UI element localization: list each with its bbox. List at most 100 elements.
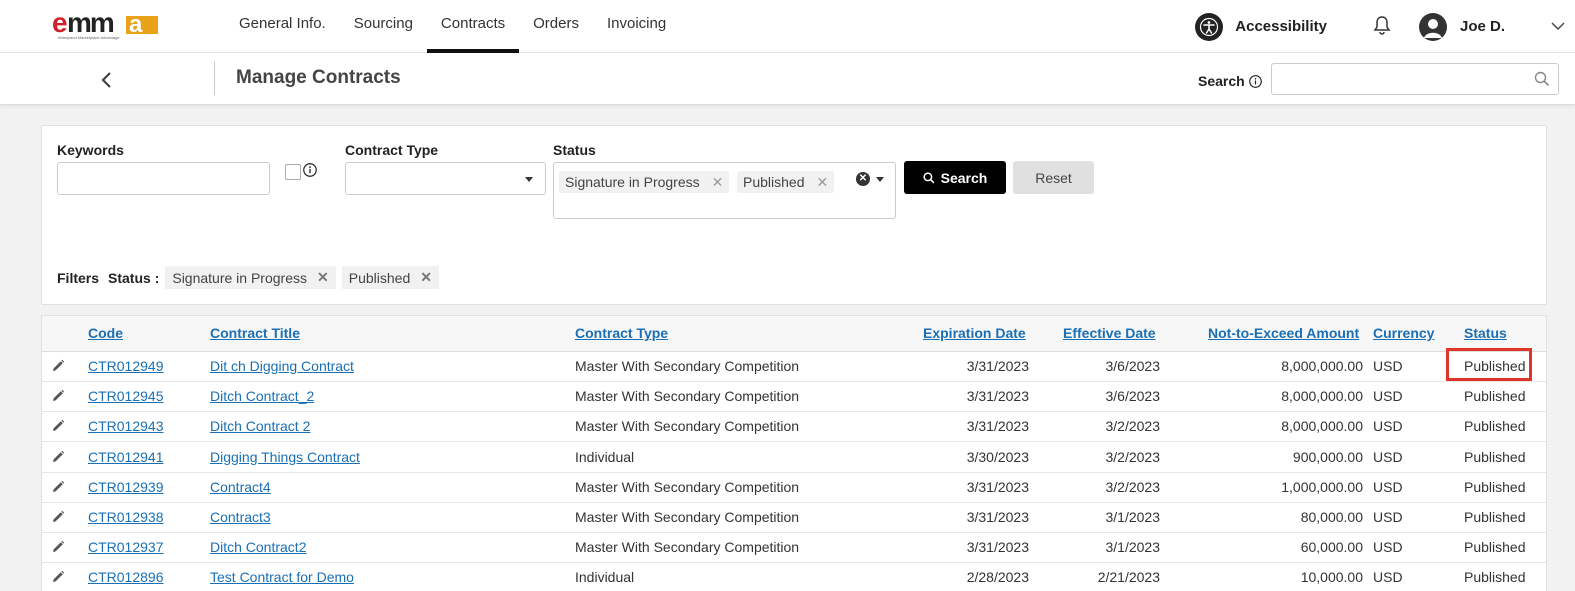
contract-type-cell: Individual <box>575 569 635 586</box>
contract-type-cell: Master With Secondary Competition <box>575 358 800 374</box>
pencil-icon[interactable] <box>51 419 65 436</box>
status-cell: Published <box>1464 509 1526 525</box>
contract-title-link[interactable]: Test Contract for Demo <box>210 569 354 585</box>
status-chip-published[interactable]: Published ✕ <box>737 171 835 193</box>
close-icon[interactable]: ✕ <box>712 174 724 191</box>
header-search-label: Search <box>1198 73 1262 89</box>
keywords-input[interactable] <box>57 162 270 195</box>
pencil-icon[interactable] <box>51 570 65 587</box>
pencil-icon[interactable] <box>51 510 65 527</box>
search-icon <box>923 171 935 183</box>
currency-cell: USD <box>1373 448 1403 465</box>
contract-type-select[interactable] <box>345 162 546 195</box>
pencil-icon[interactable] <box>51 450 65 467</box>
svg-text:a: a <box>129 11 143 38</box>
contract-code-link[interactable]: CTR012938 <box>88 509 164 525</box>
currency-cell: USD <box>1373 388 1403 405</box>
clear-all-icon[interactable]: ✕ <box>856 172 870 186</box>
status-label: Status <box>553 142 596 158</box>
contract-type-cell: Master With Secondary Competition <box>575 388 800 405</box>
effective-date-cell: 3/1/2023 <box>1105 509 1161 525</box>
applied-filters-label: Filters <box>57 269 100 286</box>
contract-title-link[interactable]: Dit ch Digging Contract <box>210 358 354 374</box>
contract-code-link[interactable]: CTR012943 <box>88 418 164 434</box>
filter-panel: Keywords Contract Type Status Signature … <box>41 125 1547 305</box>
contract-title-link[interactable]: Ditch Contract_2 <box>210 388 314 404</box>
expiration-date-cell: 3/31/2023 <box>966 358 1029 374</box>
contract-type-label: Contract Type <box>345 142 439 158</box>
table-row: CTR012938 Contract3 Master With Secondary … <box>42 503 1546 533</box>
emma-logo[interactable]: e mm a eMaryland Marketplace Advantage <box>52 7 164 40</box>
pencil-icon[interactable] <box>51 359 65 376</box>
caret-down-icon[interactable] <box>876 177 884 182</box>
contract-code-link[interactable]: CTR012945 <box>88 388 164 404</box>
info-icon <box>1248 74 1262 88</box>
nav-sourcing[interactable]: Sourcing <box>340 0 427 53</box>
status-multiselect[interactable]: Signature in Progress ✕ Published ✕ ✕ <box>553 162 896 219</box>
back-icon[interactable] <box>98 69 116 91</box>
pencil-icon[interactable] <box>51 540 65 557</box>
contract-title-link[interactable]: Ditch Contract2 <box>210 539 306 555</box>
caret-down-icon <box>525 177 533 182</box>
search-button[interactable]: Search <box>904 161 1006 194</box>
expiration-date-cell: 3/31/2023 <box>966 418 1029 435</box>
status-chip-signature[interactable]: Signature in Progress ✕ <box>559 171 730 193</box>
contract-code-link[interactable]: CTR012949 <box>88 358 164 374</box>
search-icon[interactable] <box>1534 71 1550 90</box>
nte-amount-cell: 8,000,000.00 <box>1281 388 1363 405</box>
bell-icon[interactable] <box>1373 15 1391 38</box>
nav-orders[interactable]: Orders <box>519 0 593 53</box>
contract-title-link[interactable]: Digging Things Contract <box>210 449 360 465</box>
applied-chip-label: Published <box>348 269 411 286</box>
status-cell: Published <box>1464 418 1526 435</box>
keywords-checkbox[interactable] <box>285 164 301 180</box>
contract-type-cell: Master With Secondary Competition <box>575 509 800 525</box>
table-row: CTR012949 Dit ch Digging Contract Master W… <box>42 352 1546 382</box>
status-cell: Published <box>1464 569 1526 586</box>
chevron-down-icon[interactable] <box>1551 18 1565 34</box>
contract-code-link[interactable]: CTR012939 <box>88 479 164 495</box>
contract-type-cell: Individual <box>575 448 635 465</box>
applied-chip-label: Signature in Progress <box>172 269 307 286</box>
contract-title-link[interactable]: Contract4 <box>210 479 271 495</box>
col-contract-type[interactable]: Contract Type <box>575 325 668 341</box>
col-currency[interactable]: Currency <box>1373 325 1434 341</box>
pencil-icon[interactable] <box>51 480 65 497</box>
contract-code-link[interactable]: CTR012941 <box>88 449 164 465</box>
header-search-label-text: Search <box>1198 73 1245 89</box>
table-row: CTR012941 Digging Things Contract Individu… <box>42 443 1546 473</box>
keywords-label: Keywords <box>57 142 124 158</box>
col-effective-date[interactable]: Effective Date <box>1063 325 1156 341</box>
contract-code-link[interactable]: CTR012896 <box>88 569 164 585</box>
pencil-icon[interactable] <box>51 389 65 406</box>
nte-amount-cell: 900,000.00 <box>1292 448 1363 465</box>
nav-invoicing[interactable]: Invoicing <box>593 0 680 53</box>
col-status[interactable]: Status <box>1464 325 1507 341</box>
contract-title-link[interactable]: Contract3 <box>210 509 271 525</box>
status-cell: Published <box>1464 478 1526 495</box>
nte-amount-cell: 60,000.00 <box>1300 539 1363 556</box>
currency-cell: USD <box>1373 358 1403 374</box>
nav-general-info[interactable]: General Info. <box>225 0 340 53</box>
col-nte-amount[interactable]: Not-to-Exceed Amount <box>1208 325 1359 341</box>
close-icon[interactable]: ✕ <box>317 269 329 286</box>
effective-date-cell: 3/2/2023 <box>1105 478 1161 495</box>
search-button-label: Search <box>940 169 988 186</box>
accessibility-icon[interactable] <box>1195 12 1224 41</box>
reset-button[interactable]: Reset <box>1013 161 1094 194</box>
col-expiration-date[interactable]: Expiration Date <box>923 325 1026 341</box>
currency-cell: USD <box>1373 478 1403 495</box>
user-name[interactable]: Joe D. <box>1460 18 1505 35</box>
header-search-input[interactable] <box>1271 63 1559 95</box>
col-contract-title[interactable]: Contract Title <box>210 325 300 341</box>
contract-code-link[interactable]: CTR012937 <box>88 539 164 555</box>
effective-date-cell: 2/21/2023 <box>1097 569 1160 586</box>
accessibility-link[interactable]: Accessibility <box>1235 18 1327 35</box>
contract-title-link[interactable]: Ditch Contract 2 <box>210 418 310 434</box>
col-code[interactable]: Code <box>88 325 123 341</box>
avatar[interactable] <box>1418 12 1447 41</box>
close-icon[interactable]: ✕ <box>817 174 829 191</box>
nav-contracts[interactable]: Contracts <box>426 0 520 53</box>
close-icon[interactable]: ✕ <box>420 269 432 286</box>
nte-amount-cell: 1,000,000.00 <box>1281 478 1363 495</box>
